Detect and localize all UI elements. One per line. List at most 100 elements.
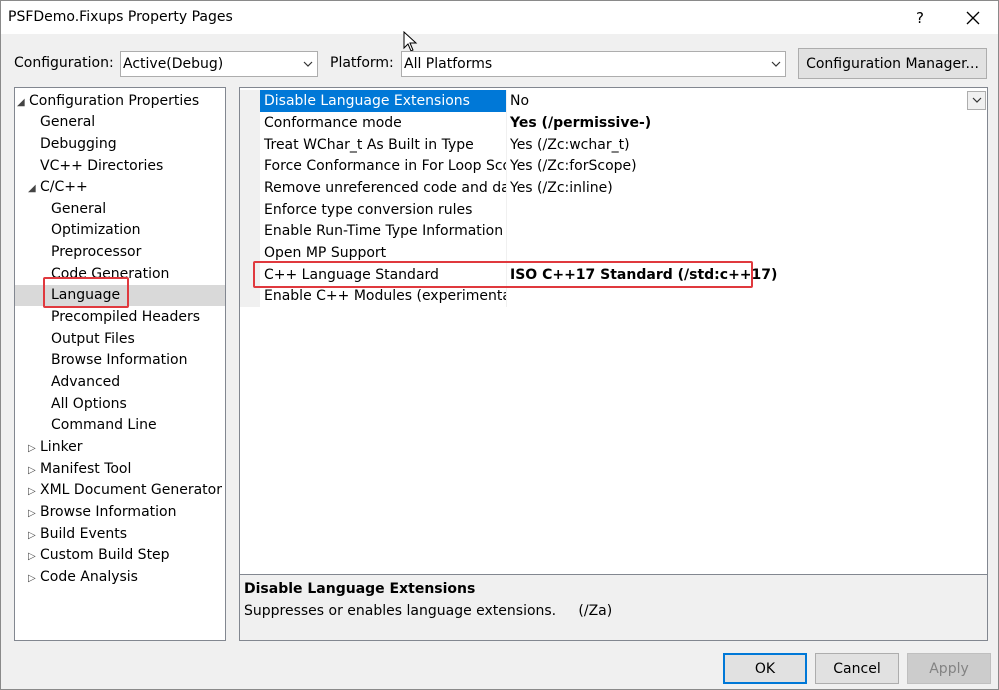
property-name: Force Conformance in For Loop Scope <box>264 158 506 174</box>
tree-item-label: Linker <box>40 439 83 455</box>
tree-item-preprocessor[interactable]: Preprocessor <box>51 242 141 263</box>
tree-item-custom-build-step[interactable]: ▷ Custom Build Step <box>28 545 170 566</box>
row-gutter <box>240 90 260 112</box>
tree-item-c-cpp[interactable]: ◢ C/C++ <box>28 177 88 198</box>
platform-dropdown[interactable]: All Platforms <box>401 51 786 77</box>
window-title: PSFDemo.Fixups Property Pages <box>8 9 233 25</box>
tree-item-output-files[interactable]: Output Files <box>51 329 135 350</box>
ok-button[interactable]: OK <box>723 653 807 684</box>
tree-item-manifest-tool[interactable]: ▷ Manifest Tool <box>28 459 131 480</box>
property-value[interactable]: Yes (/Zc:inline) <box>506 177 986 199</box>
collapsed-arrow-icon[interactable]: ▷ <box>28 568 40 589</box>
property-value[interactable] <box>506 199 986 221</box>
property-grid: Disable Language Extensions No Conforman… <box>239 87 988 641</box>
tree-item-cpp-general[interactable]: General <box>51 199 106 220</box>
category-tree: ◢ Configuration Properties General Debugg… <box>14 87 226 641</box>
platform-value: All Platforms <box>404 56 493 72</box>
tree-item-debugging[interactable]: Debugging <box>40 134 117 155</box>
row-gutter <box>240 285 260 307</box>
property-name: Enforce type conversion rules <box>264 202 473 218</box>
row-gutter <box>240 177 260 199</box>
platform-label: Platform: <box>330 55 394 71</box>
collapsed-arrow-icon[interactable]: ▷ <box>28 481 40 502</box>
tree-item-command-line[interactable]: Command Line <box>51 415 157 436</box>
property-value[interactable] <box>506 285 986 307</box>
apply-button[interactable]: Apply <box>907 653 991 684</box>
collapsed-arrow-icon[interactable]: ▷ <box>28 525 40 546</box>
collapsed-arrow-icon[interactable]: ▷ <box>28 503 40 524</box>
property-row[interactable]: Enable C++ Modules (experimental) <box>240 285 987 307</box>
property-row[interactable]: Enable Run-Time Type Information <box>240 220 987 242</box>
property-pages-window: PSFDemo.Fixups Property Pages ? Configur… <box>0 0 999 690</box>
tree-item-label: Code Analysis <box>40 569 138 585</box>
chevron-down-icon <box>972 97 982 103</box>
tree-item-configuration-properties[interactable]: ◢ Configuration Properties <box>17 91 199 112</box>
configuration-value: Active(Debug) <box>123 56 224 72</box>
property-name: Remove unreferenced code and data <box>264 180 506 196</box>
tree-item-advanced[interactable]: Advanced <box>51 372 120 393</box>
tree-item-label: Browse Information <box>40 504 177 520</box>
description-text: Suppresses or enables language extension… <box>244 603 613 619</box>
property-row[interactable]: Treat WChar_t As Built in Type Yes (/Zc:… <box>240 134 987 156</box>
tree-item-label: Manifest Tool <box>40 461 132 477</box>
collapsed-arrow-icon[interactable]: ▷ <box>28 438 40 459</box>
property-row[interactable]: Enforce type conversion rules <box>240 199 987 221</box>
tree-item-browse-information-top[interactable]: ▷ Browse Information <box>28 502 176 523</box>
title-bar: PSFDemo.Fixups Property Pages ? <box>1 1 998 35</box>
row-gutter <box>240 134 260 156</box>
chevron-down-icon <box>771 61 781 67</box>
mouse-cursor-icon <box>403 31 418 52</box>
property-value[interactable]: Yes (/Zc:forScope) <box>506 155 986 177</box>
tree-item-vc-directories[interactable]: VC++ Directories <box>40 156 163 177</box>
row-gutter <box>240 199 260 221</box>
property-value[interactable]: No <box>506 90 986 112</box>
tree-item-label: XML Document Generator <box>40 482 222 498</box>
highlight-box-language-standard <box>253 261 753 288</box>
property-name: Disable Language Extensions <box>260 90 506 112</box>
tree-item-label: C/C++ <box>40 179 88 195</box>
collapsed-arrow-icon[interactable]: ▷ <box>28 546 40 567</box>
tree-item-optimization[interactable]: Optimization <box>51 220 141 241</box>
row-gutter <box>240 220 260 242</box>
tree-item-build-events[interactable]: ▷ Build Events <box>28 524 127 545</box>
cancel-button[interactable]: Cancel <box>815 653 899 684</box>
tree-item-label: Build Events <box>40 526 127 542</box>
property-name: Enable Run-Time Type Information <box>264 223 504 239</box>
close-icon <box>966 11 980 25</box>
property-row[interactable]: Disable Language Extensions No <box>240 90 987 112</box>
tree-item-code-analysis[interactable]: ▷ Code Analysis <box>28 567 138 588</box>
highlight-box-language <box>43 277 129 308</box>
tree-item-all-options[interactable]: All Options <box>51 394 127 415</box>
close-button[interactable] <box>949 1 997 35</box>
help-button[interactable]: ? <box>905 4 935 32</box>
expanded-arrow-icon[interactable]: ◢ <box>17 92 29 113</box>
configuration-manager-button[interactable]: Configuration Manager... <box>798 48 987 79</box>
row-gutter <box>240 155 260 177</box>
description-title: Disable Language Extensions <box>244 581 476 597</box>
chevron-down-icon <box>303 61 313 67</box>
value-dropdown-button[interactable] <box>967 91 986 110</box>
property-name: Conformance mode <box>264 115 402 131</box>
tree-item-xml-document-generator[interactable]: ▷ XML Document Generator <box>28 480 222 501</box>
property-name: Treat WChar_t As Built in Type <box>264 137 474 153</box>
tree-item-label: Configuration Properties <box>29 93 200 109</box>
property-rows: Disable Language Extensions No Conforman… <box>240 88 987 572</box>
tree-item-general[interactable]: General <box>40 112 95 133</box>
property-row[interactable]: Remove unreferenced code and data Yes (/… <box>240 177 987 199</box>
expanded-arrow-icon[interactable]: ◢ <box>28 178 40 199</box>
description-panel: Disable Language Extensions Suppresses o… <box>240 574 987 640</box>
configuration-label: Configuration: <box>14 55 114 71</box>
configuration-dropdown[interactable]: Active(Debug) <box>120 51 318 77</box>
property-value[interactable]: Yes (/Zc:wchar_t) <box>506 134 986 156</box>
property-row[interactable]: Force Conformance in For Loop Scope Yes … <box>240 155 987 177</box>
tree-item-label: Custom Build Step <box>40 547 170 563</box>
tree-item-browse-information[interactable]: Browse Information <box>51 350 187 371</box>
property-name: Enable C++ Modules (experimental) <box>264 288 506 304</box>
collapsed-arrow-icon[interactable]: ▷ <box>28 460 40 481</box>
property-row[interactable]: Conformance mode Yes (/permissive-) <box>240 112 987 134</box>
tree-item-precompiled-headers[interactable]: Precompiled Headers <box>51 307 200 328</box>
property-value[interactable]: Yes (/permissive-) <box>506 112 986 134</box>
tree-item-linker[interactable]: ▷ Linker <box>28 437 83 458</box>
property-value[interactable] <box>506 220 986 242</box>
row-gutter <box>240 112 260 134</box>
